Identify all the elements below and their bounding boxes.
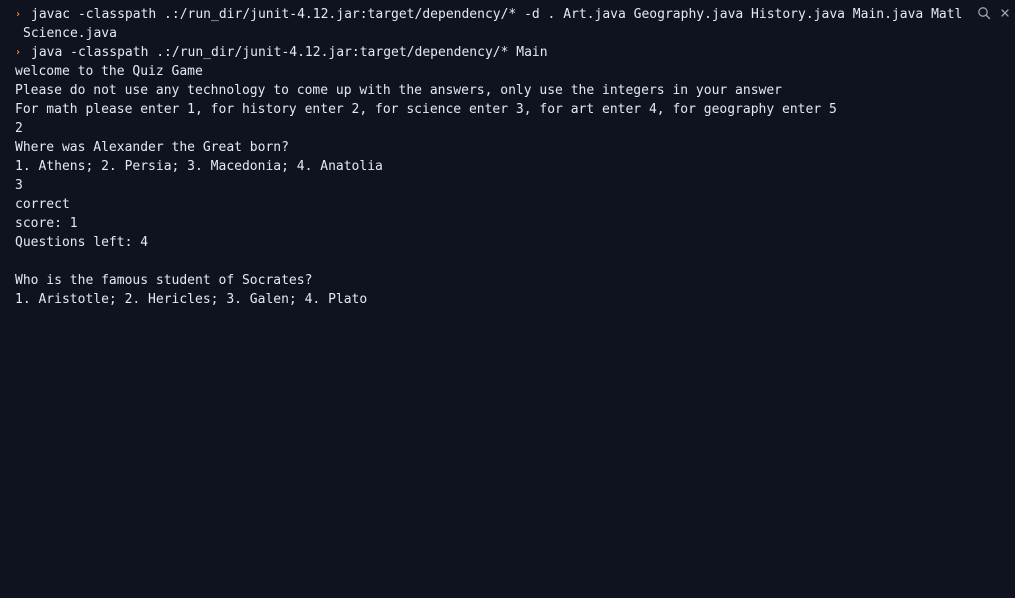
user-input-answer: 3 xyxy=(15,178,23,193)
output-category-prompt: For math please enter 1, for history ent… xyxy=(15,102,837,117)
terminal-toolbar xyxy=(973,6,1011,20)
output-questions-left: Questions left: 4 xyxy=(15,235,149,250)
search-icon[interactable] xyxy=(977,6,991,20)
output-score: score: 1 xyxy=(15,216,78,231)
user-input-category: 2 xyxy=(15,121,23,136)
output-welcome: welcome to the Quiz Game xyxy=(15,64,203,79)
command-text: java -classpath .:/run_dir/junit-4.12.ja… xyxy=(31,45,548,60)
prompt-icon: › xyxy=(15,47,22,58)
output-instructions: Please do not use any technology to come… xyxy=(15,83,783,98)
command-continuation: Science.java xyxy=(23,26,117,41)
output-options: 1. Aristotle; 2. Hericles; 3. Galen; 4. … xyxy=(15,292,368,307)
input-line[interactable] xyxy=(15,309,1015,328)
command-line-compile: › javac -classpath .:/run_dir/junit-4.12.… xyxy=(15,5,1015,24)
output-result: correct xyxy=(15,197,70,212)
command-text: javac -classpath .:/run_dir/junit-4.12.j… xyxy=(31,7,963,22)
command-line-run: › java -classpath .:/run_dir/junit-4.12.j… xyxy=(15,43,1015,62)
prompt-icon: › xyxy=(15,9,22,20)
terminal-window[interactable]: › javac -classpath .:/run_dir/junit-4.12.… xyxy=(0,0,1015,598)
output-question: Where was Alexander the Great born? xyxy=(15,140,289,155)
output-question: Who is the famous student of Socrates? xyxy=(15,273,313,288)
close-icon[interactable] xyxy=(999,7,1011,19)
output-options: 1. Athens; 2. Persia; 3. Macedonia; 4. A… xyxy=(15,159,383,174)
